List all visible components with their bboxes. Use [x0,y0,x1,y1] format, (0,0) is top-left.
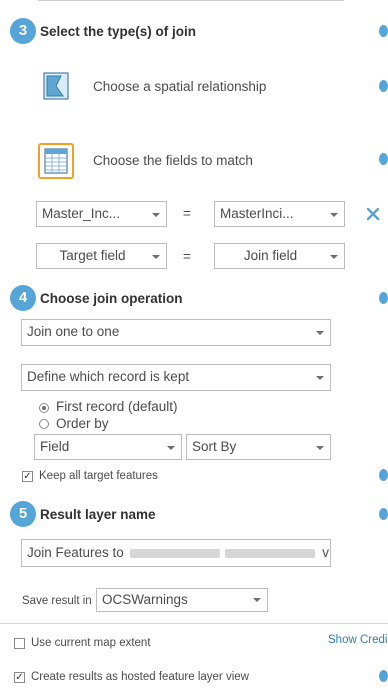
top-divider [38,0,344,1]
step-3-title: Select the type(s) of join [40,24,197,39]
target-field-placeholder: Target field [59,248,126,263]
save-folder-value: OCSWarnings [102,592,188,607]
chevron-down-icon [316,446,324,450]
chevron-down-icon [316,331,324,335]
spatial-relationship-label[interactable]: Choose a spatial relationship [93,79,266,94]
map-extent-label[interactable]: Use current map extent [31,637,151,649]
save-result-label: Save result in [22,595,92,607]
sort-by-value: Sort By [192,439,237,454]
spatial-relationship-icon[interactable] [43,72,69,100]
record-rule-value: Define which record is kept [27,369,190,384]
hosted-view-checkbox[interactable]: ✓ [14,672,25,683]
keep-all-label[interactable]: Keep all target features [39,470,158,482]
chevron-down-icon [330,213,338,217]
chevron-down-icon [152,255,160,259]
first-record-label[interactable]: First record (default) [56,399,178,414]
record-rule-select[interactable]: Define which record is kept [21,364,331,391]
step-3-badge: 3 [10,18,36,44]
equals-operator: = [183,206,191,221]
result-name-input[interactable]: Join Features to v [21,539,331,567]
order-field-select[interactable]: Field [34,434,182,460]
join-operation-select[interactable]: Join one to one [21,319,331,346]
order-by-label[interactable]: Order by [56,416,109,431]
equals-operator: = [183,249,191,264]
target-field-value: Master_Inc... [42,206,121,221]
fields-to-match-label[interactable]: Choose the fields to match [93,153,253,168]
fields-table-icon[interactable] [38,143,74,179]
chevron-down-icon [152,213,160,217]
keep-all-checkbox[interactable]: ✓ [22,471,33,482]
redacted-text [129,548,220,558]
hosted-view-label[interactable]: Create results as hosted feature layer v… [31,671,249,683]
chevron-down-icon [316,376,324,380]
footer-divider [0,623,388,624]
join-field-placeholder: Join field [243,248,298,263]
redacted-text [225,548,316,558]
join-operation-value: Join one to one [27,324,120,339]
step-4-title: Choose join operation [40,291,183,306]
order-by-radio[interactable] [39,419,49,429]
info-icon[interactable] [379,508,388,520]
step-5-title: Result layer name [40,507,156,522]
chevron-down-icon [167,446,175,450]
save-folder-select[interactable]: OCSWarnings [96,588,268,612]
info-icon[interactable] [379,292,388,304]
remove-icon[interactable] [366,207,380,221]
join-field-select[interactable]: Join field [214,243,345,269]
chevron-down-icon [253,598,261,602]
step-5-badge: 5 [10,501,36,527]
info-icon[interactable] [379,153,388,165]
info-icon[interactable] [379,469,388,481]
join-field-value: MasterInci... [220,206,294,221]
sort-by-select[interactable]: Sort By [186,434,331,460]
order-field-value: Field [40,439,70,454]
join-field-select[interactable]: MasterInci... [214,201,345,227]
info-icon[interactable] [379,670,388,682]
step-4-badge: 4 [10,285,36,311]
target-field-select[interactable]: Target field [36,243,167,269]
info-icon[interactable] [379,25,388,37]
info-icon[interactable] [379,80,388,92]
result-name-suffix: v [322,545,329,560]
chevron-down-icon [330,255,338,259]
map-extent-checkbox[interactable] [14,638,25,649]
show-credits-link[interactable]: Show Credi [328,634,387,646]
first-record-radio[interactable] [39,403,49,413]
result-name-prefix: Join Features to [27,545,124,560]
target-field-select[interactable]: Master_Inc... [36,201,167,227]
